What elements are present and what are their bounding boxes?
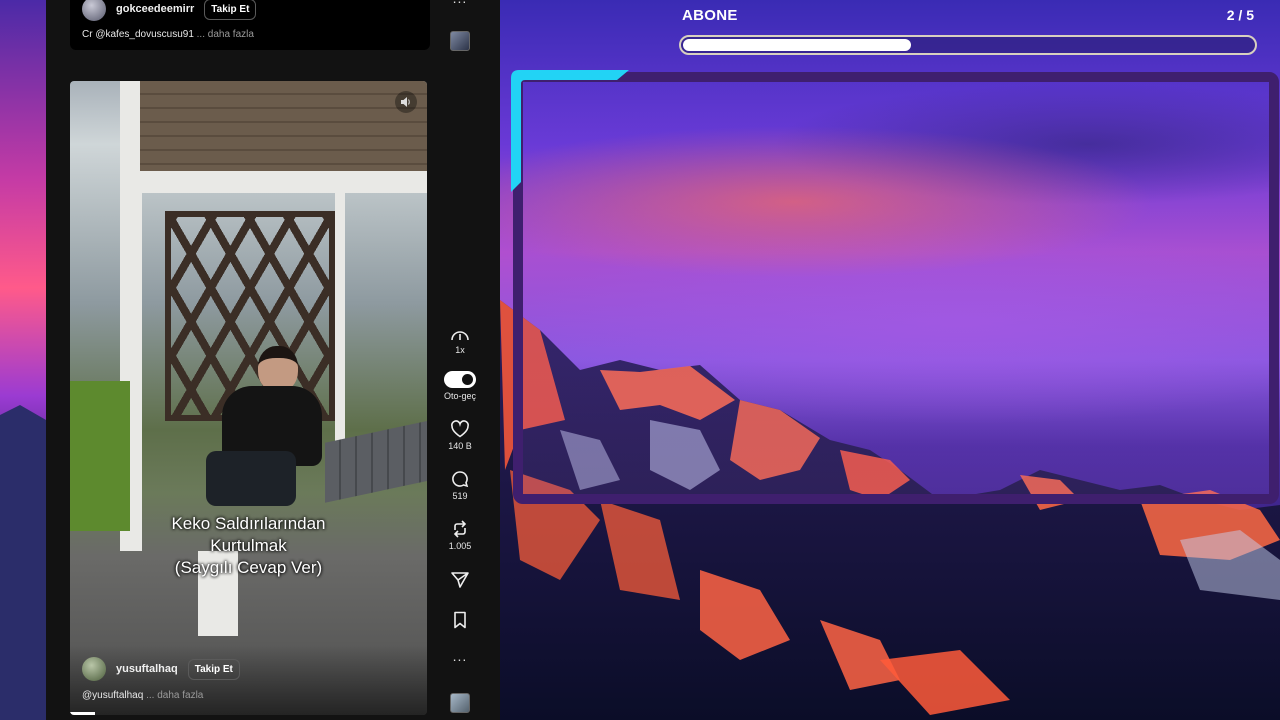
video-progress-bar[interactable]	[70, 712, 95, 715]
follow-button[interactable]: Takip Et	[187, 658, 240, 680]
avatar[interactable]	[82, 657, 106, 681]
more-options-button[interactable]: ...	[440, 648, 480, 664]
speed-button[interactable]: 1x	[440, 328, 480, 355]
thumbnail-image	[450, 693, 470, 713]
repost-count: 1.005	[448, 541, 472, 551]
person	[200, 346, 322, 516]
like-count: 140 B	[448, 441, 472, 451]
repost-icon	[453, 520, 467, 538]
overlay-line: (Saygılı Cevap Ver)	[174, 558, 323, 577]
goal-progress-bar	[679, 35, 1257, 55]
sound-button[interactable]	[395, 91, 417, 113]
video-feed[interactable]: gokceedeemirr Takip Et Cr @kafes_dovuscu…	[46, 0, 500, 720]
action-rail: ... 1x Oto-geç 140 B 519	[440, 0, 480, 720]
gazebo-roof	[140, 81, 427, 176]
toggle-switch[interactable]	[444, 371, 476, 388]
video-caption: @yusuftalhaq ... daha fazla	[82, 690, 203, 701]
post-caption: Cr @kafes_dovuscusu91 ... daha fazla	[82, 29, 254, 40]
comment-icon	[452, 471, 469, 488]
more-link[interactable]: ... daha fazla	[146, 690, 203, 701]
speaker-icon	[401, 97, 410, 107]
next-post-thumbnail[interactable]	[440, 693, 480, 713]
goal-count: 2 / 5	[1226, 7, 1254, 23]
more-icon: ...	[452, 648, 468, 664]
grass	[70, 381, 130, 531]
thumbnail-image	[450, 31, 470, 51]
person-legs	[206, 451, 296, 506]
overlay-line: Keko Saldırılarından	[171, 514, 326, 533]
post-username[interactable]: gokceedeemirr	[116, 3, 194, 15]
caption-text[interactable]: @yusuftalhaq	[82, 690, 143, 701]
autoplay-toggle[interactable]: Oto-geç	[440, 371, 480, 401]
video-username[interactable]: yusuftalhaq	[116, 663, 178, 675]
repost-button[interactable]: 1.005	[440, 520, 480, 551]
video-title-overlay: Keko Saldırılarından Kurtulmak (Saygılı …	[70, 513, 427, 579]
pillar	[335, 181, 345, 441]
goal-progress-fill	[683, 39, 911, 51]
like-button[interactable]: 140 B	[440, 420, 480, 451]
bookmark-icon	[454, 611, 466, 629]
previous-post-footer: gokceedeemirr Takip Et Cr @kafes_dovuscu…	[70, 0, 430, 50]
follow-button[interactable]: Takip Et	[204, 0, 257, 20]
heart-icon	[451, 420, 469, 438]
speedometer-icon	[451, 331, 469, 341]
send-icon	[451, 572, 469, 588]
frame-corner-accent	[511, 70, 629, 192]
roof-beam	[140, 171, 427, 193]
autoplay-label: Oto-geç	[443, 391, 476, 401]
more-options-button[interactable]: ...	[440, 0, 480, 6]
more-icon: ...	[453, 0, 468, 6]
overlay-line: Kurtulmak	[210, 536, 287, 555]
goal-title: ABONE	[682, 7, 738, 24]
save-button[interactable]	[440, 611, 480, 629]
speed-label: 1x	[455, 345, 465, 355]
share-button[interactable]	[440, 571, 480, 589]
comment-button[interactable]: 519	[440, 470, 480, 501]
video-player[interactable]: Keko Saldırılarından Kurtulmak (Saygılı …	[70, 81, 427, 715]
previous-post-thumbnail[interactable]	[440, 31, 480, 51]
caption-text[interactable]: Cr @kafes_dovuscusu91	[82, 29, 194, 40]
avatar[interactable]	[82, 0, 106, 21]
comment-count: 519	[452, 491, 468, 501]
more-link[interactable]: ... daha fazla	[197, 29, 254, 40]
